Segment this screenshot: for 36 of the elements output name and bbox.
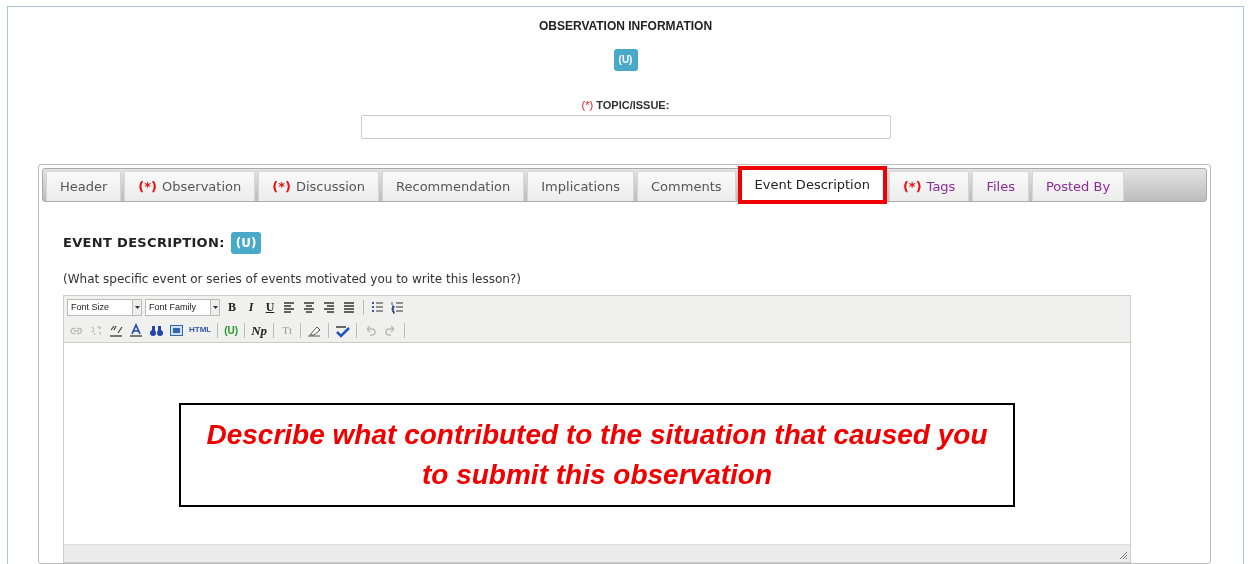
tab[interactable]: (*) Tags <box>888 170 970 201</box>
tab[interactable]: (*) Observation <box>124 170 256 201</box>
topic-label: (*) TOPIC/ISSUE: <box>581 97 670 113</box>
callout-text: Describe what contributed to the situation that caused you to submit this observation <box>179 403 1015 508</box>
tab[interactable]: (*) Discussion <box>258 170 380 201</box>
rich-text-editor[interactable]: Font Size Font Family B I U HTML (U) Np Tt Describe what contributed to the situation that caused you to submit this observation <box>63 294 1131 563</box>
resize-grip-icon[interactable] <box>1119 551 1128 560</box>
font-color-icon[interactable] <box>129 322 144 338</box>
italic-button[interactable]: I <box>242 298 260 317</box>
underline-button[interactable]: U <box>261 298 279 317</box>
tab[interactable]: Comments <box>637 170 736 201</box>
align-center-icon[interactable] <box>302 299 317 315</box>
align-left-icon[interactable] <box>282 299 297 315</box>
section-heading: OBSERVATION INFORMATION <box>538 18 713 35</box>
caret-icon <box>212 305 218 309</box>
tab[interactable]: Files <box>972 170 1029 201</box>
classification-badge: (U) <box>230 231 262 254</box>
image-icon[interactable] <box>169 322 184 338</box>
tab[interactable]: Recommendation <box>382 170 525 201</box>
tab[interactable]: Header <box>46 170 122 201</box>
html-button[interactable]: HTML <box>187 321 214 340</box>
tab[interactable]: Implications <box>527 170 635 201</box>
classification-badge: (U) <box>613 49 638 71</box>
field-hint: (What specific event or series of events motivated you to write this lesson?) <box>62 270 522 288</box>
caret-icon <box>134 305 140 309</box>
np-button[interactable]: Np <box>249 321 270 340</box>
bulleted-list-icon[interactable] <box>370 299 385 315</box>
justify-icon[interactable] <box>342 299 357 315</box>
align-right-icon[interactable] <box>322 299 337 315</box>
tab[interactable]: Posted By <box>1031 170 1125 201</box>
field-label: EVENT DESCRIPTION: <box>63 234 225 253</box>
dropdown[interactable]: Font Family <box>145 298 220 316</box>
numbered-list-icon[interactable] <box>390 299 405 315</box>
topic-field[interactable] <box>360 115 891 139</box>
bold-button[interactable]: B <box>223 298 241 317</box>
dropdown[interactable]: Font Size <box>67 298 142 316</box>
